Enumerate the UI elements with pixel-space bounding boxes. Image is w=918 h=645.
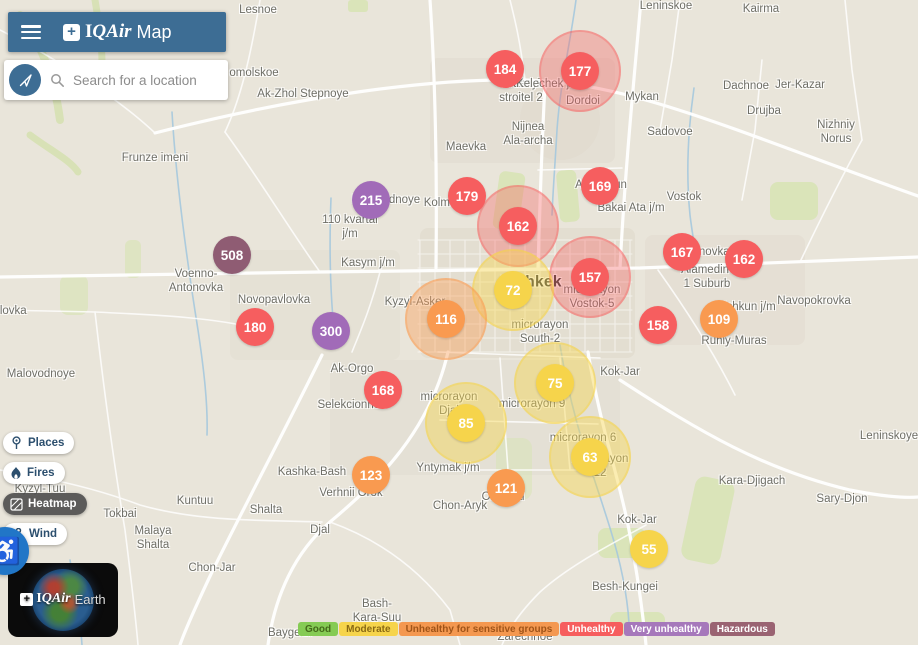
aqi-marker[interactable]: 123: [352, 456, 390, 494]
iqair-earth-card[interactable]: + IQAir Earth: [8, 563, 118, 637]
flame-icon: [10, 466, 22, 480]
legend-chip: Hazardous: [710, 622, 775, 636]
places-toggle[interactable]: Places: [3, 432, 74, 454]
brand-name: IQAir: [85, 21, 132, 43]
aqi-marker[interactable]: 508: [213, 236, 251, 274]
legend-chip: Moderate: [339, 622, 397, 636]
aqi-marker[interactable]: 109: [700, 300, 738, 338]
places-label: Places: [28, 437, 64, 449]
aqi-marker[interactable]: 158: [639, 306, 677, 344]
wheelchair-icon: ♿: [0, 536, 21, 567]
aqi-marker[interactable]: 63: [571, 438, 609, 476]
aqi-marker[interactable]: 116: [427, 300, 465, 338]
map-app: LesnoeLeninskoeKairmaomolskoeAk-Zhol Ste…: [0, 0, 918, 645]
aqi-marker[interactable]: 184: [486, 50, 524, 88]
aqi-marker[interactable]: 167: [663, 233, 701, 271]
wind-label: Wind: [29, 528, 57, 540]
iqair-plus-icon: +: [63, 24, 80, 41]
earth-suffix: Earth: [75, 592, 106, 607]
legend-chip: Unhealthy: [560, 622, 622, 636]
earth-card-label: + IQAir Earth: [8, 591, 118, 607]
aqi-marker[interactable]: 162: [725, 240, 763, 278]
aqi-marker[interactable]: 121: [487, 469, 525, 507]
navigation-arrow-icon: [18, 73, 33, 88]
brand-name: IQAir: [36, 591, 70, 607]
search-icon: [50, 73, 65, 88]
aqi-marker[interactable]: 177: [561, 52, 599, 90]
search-input[interactable]: [73, 73, 213, 88]
iqair-logo[interactable]: + IQAir Map: [63, 21, 172, 43]
map-pin-icon: [10, 436, 23, 450]
aqi-marker[interactable]: 162: [499, 207, 537, 245]
iqair-plus-icon: +: [20, 593, 33, 606]
search-bar: [4, 60, 228, 100]
aqi-marker[interactable]: 215: [352, 181, 390, 219]
locate-me-button[interactable]: [9, 64, 41, 96]
legend-chip: Good: [298, 622, 338, 636]
fires-toggle[interactable]: Fires: [3, 462, 65, 484]
menu-icon[interactable]: [21, 25, 41, 39]
aqi-marker[interactable]: 55: [630, 530, 668, 568]
aqi-marker[interactable]: 72: [494, 271, 532, 309]
fires-label: Fires: [27, 467, 55, 479]
app-header: + IQAir Map: [8, 12, 226, 52]
heatmap-label: Heatmap: [28, 498, 77, 510]
search-field[interactable]: [50, 73, 218, 88]
legend-chip: Very unhealthy: [624, 622, 709, 636]
aqi-marker[interactable]: 169: [581, 167, 619, 205]
aqi-marker[interactable]: 85: [447, 404, 485, 442]
aqi-marker[interactable]: 75: [536, 364, 574, 402]
aqi-legend: GoodModerateUnhealthy for sensitive grou…: [298, 622, 775, 636]
heatmap-toggle[interactable]: Heatmap: [3, 493, 87, 515]
aqi-marker[interactable]: 168: [364, 371, 402, 409]
aqi-marker[interactable]: 300: [312, 312, 350, 350]
aqi-marker[interactable]: 180: [236, 308, 274, 346]
legend-chip: Unhealthy for sensitive groups: [399, 622, 560, 636]
heatmap-grid-icon: [10, 498, 23, 511]
brand-suffix: Map: [137, 22, 172, 43]
aqi-marker[interactable]: 157: [571, 258, 609, 296]
